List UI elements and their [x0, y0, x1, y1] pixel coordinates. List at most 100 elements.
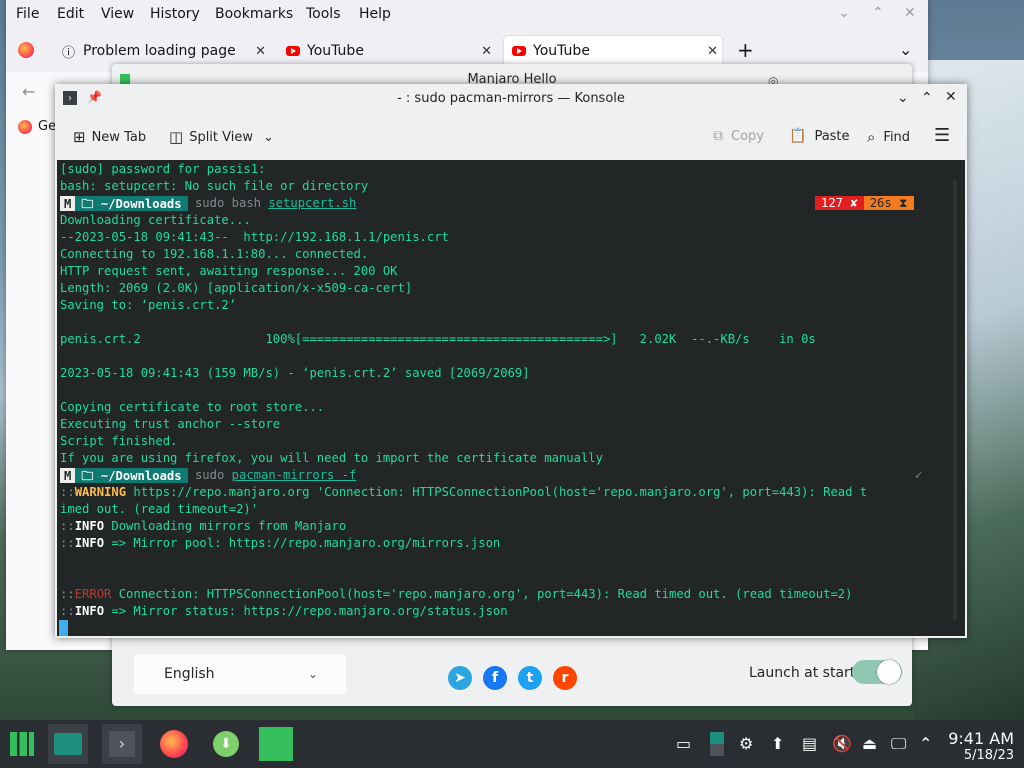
network-settings-icon[interactable]: ⚙: [739, 734, 753, 753]
find-button[interactable]: ⌕ Find: [867, 128, 910, 146]
chevron-up-icon[interactable]: ⌃: [919, 734, 932, 753]
youtube-icon: [286, 46, 300, 56]
maximize-icon[interactable]: ⌃: [921, 90, 933, 106]
tab-youtube-2[interactable]: YouTube ✕: [504, 36, 722, 66]
pager-icon[interactable]: [710, 732, 724, 756]
split-view-icon: ◫: [169, 128, 184, 146]
paste-label: Paste: [814, 128, 850, 144]
prompt-line: M 🗀 ~/Downloads sudo pacman-mirrors -f: [60, 467, 356, 484]
menu-history[interactable]: History: [150, 6, 200, 22]
info-icon: ⓘ: [62, 45, 76, 61]
tab-close-icon[interactable]: ✕: [707, 44, 718, 59]
split-view-button[interactable]: ◫ Split View ⌄: [169, 128, 274, 146]
firefox-menubar: File Edit View History Bookmarks Tools H…: [6, 0, 928, 30]
usb-device-icon[interactable]: ⏏: [862, 734, 877, 753]
terminal-line: Saving to: ‘penis.crt.2’: [60, 298, 237, 312]
language-value: English: [164, 666, 215, 682]
paste-button[interactable]: 📋 Paste: [789, 128, 850, 144]
application-launcher[interactable]: [2, 724, 42, 764]
minimize-icon[interactable]: ⌄: [897, 90, 909, 106]
folder-icon: [54, 733, 82, 755]
manjaro-logo-icon: [10, 732, 34, 756]
updates-icon[interactable]: ⬆: [771, 734, 784, 753]
clock-date: 5/18/23: [963, 748, 1014, 763]
close-icon[interactable]: ✕: [945, 89, 957, 105]
taskbar-firefox[interactable]: [154, 724, 194, 764]
clipboard-icon[interactable]: ▤: [802, 734, 817, 753]
firefox-icon: [18, 120, 32, 134]
terminal-line: HTTP request sent, awaiting response... …: [60, 264, 398, 278]
terminal-line: Copying certificate to root store...: [60, 400, 325, 414]
taskbar: › ⬇ ▭ ⚙ ⬆ ▤ 🔇 ⏏ 🖵 ⌃ 9:41 AM 5/18/23: [0, 720, 1024, 768]
menu-view[interactable]: View: [101, 6, 134, 22]
terminal-line: Executing trust anchor --store: [60, 417, 281, 431]
tab-label: YouTube: [307, 43, 364, 59]
log-prefix: ::: [60, 519, 75, 533]
volume-muted-icon[interactable]: 🔇: [832, 734, 852, 753]
new-tab-button[interactable]: +: [737, 38, 754, 62]
menu-file[interactable]: File: [16, 6, 39, 22]
log-prefix: ::: [60, 485, 75, 499]
terminal-line: 2023-05-18 09:41:43 (159 MB/s) - ‘penis.…: [60, 366, 530, 380]
twitter-icon[interactable]: t: [518, 666, 542, 690]
language-select[interactable]: English ⌄: [134, 654, 346, 694]
taskbar-konsole[interactable]: ›: [102, 724, 142, 764]
log-text: Downloading mirrors from Manjaro: [104, 519, 347, 533]
log-text: => Mirror status: https://repo.manjaro.o…: [104, 604, 508, 618]
exit-code-badge: 127 ✘: [815, 196, 864, 210]
prompt-line: M 🗀 ~/Downloads sudo bash setupcert.sh: [60, 195, 356, 212]
copy-button[interactable]: ⧉ Copy: [713, 128, 764, 144]
log-tag-info: INFO: [74, 536, 105, 550]
bookmark-item[interactable]: Ge: [38, 119, 56, 134]
info-line: ::INFO => Mirror status: https://repo.ma…: [60, 603, 508, 620]
log-tag-info: INFO: [74, 604, 105, 618]
close-icon[interactable]: ✕: [904, 5, 916, 21]
tab-youtube-1[interactable]: YouTube ✕: [278, 36, 496, 66]
taskbar-file-manager[interactable]: [48, 724, 88, 764]
paste-icon: 📋: [789, 128, 807, 144]
hamburger-menu-icon[interactable]: ☰: [934, 125, 950, 146]
display-icon[interactable]: 🖵: [891, 734, 906, 754]
chevron-up-icon[interactable]: ⌃: [872, 5, 884, 21]
tab-close-icon[interactable]: ✕: [255, 44, 266, 59]
taskbar-downloader[interactable]: ⬇: [206, 724, 246, 764]
copy-label: Copy: [731, 128, 764, 144]
terminal-line: bash: setupcert: No such file or directo…: [60, 179, 369, 193]
taskbar-manjaro-hello[interactable]: [256, 724, 296, 764]
tab-label: Problem loading page: [83, 43, 236, 59]
tab-label: YouTube: [533, 43, 590, 59]
launch-at-start-toggle[interactable]: [852, 660, 902, 684]
facebook-icon[interactable]: f: [483, 666, 507, 690]
konsole-toolbar: ⊞ New Tab ◫ Split View ⌄ ⧉ Copy 📋 Paste …: [55, 116, 967, 160]
manjaro-hello-icon: [259, 727, 293, 761]
menu-bookmarks[interactable]: Bookmarks: [215, 6, 293, 22]
success-check-icon: ✓: [915, 468, 923, 482]
menu-tools[interactable]: Tools: [306, 6, 341, 22]
chevron-down-icon[interactable]: ⌄: [838, 5, 850, 21]
list-all-tabs-icon[interactable]: ⌄: [899, 40, 912, 59]
new-tab-button[interactable]: ⊞ New Tab: [73, 128, 146, 146]
terminal-view[interactable]: [sudo] password for passis1: bash: setup…: [57, 160, 965, 636]
terminal-scrollbar[interactable]: [953, 180, 957, 620]
terminal-line: Connecting to 192.168.1.1:80... connecte…: [60, 247, 369, 261]
reddit-icon[interactable]: r: [553, 666, 577, 690]
telegram-icon[interactable]: ➤: [448, 666, 472, 690]
cmd-sudo: sudo: [194, 468, 225, 482]
menu-edit[interactable]: Edit: [57, 6, 84, 22]
menu-help[interactable]: Help: [359, 6, 391, 22]
hello-bottom-bar: English ⌄ ➤ f t r Launch at start: [124, 654, 902, 694]
clock[interactable]: 9:41 AM 5/18/23: [948, 729, 1014, 763]
window-title: - : sudo pacman-mirrors — Konsole: [397, 91, 625, 106]
show-desktop-icon[interactable]: ▭: [676, 734, 691, 753]
tab-close-icon[interactable]: ✕: [481, 44, 492, 59]
log-tag-error: ERROR: [74, 587, 112, 601]
terminal-line: penis.crt.2 100%[=======================…: [60, 332, 816, 346]
terminal-line: Length: 2069 (2.0K) [application/x-x509-…: [60, 281, 413, 295]
cmd-sudo: sudo: [194, 196, 225, 210]
tab-problem-loading[interactable]: ⓘ Problem loading page ✕: [54, 36, 270, 66]
firefox-icon[interactable]: [18, 42, 34, 58]
back-arrow-icon[interactable]: ←: [22, 82, 35, 101]
find-label: Find: [883, 129, 911, 145]
log-text: => Mirror pool: https://repo.manjaro.org…: [104, 536, 501, 550]
log-text: https://repo.manjaro.org 'Connection: HT…: [126, 485, 868, 499]
